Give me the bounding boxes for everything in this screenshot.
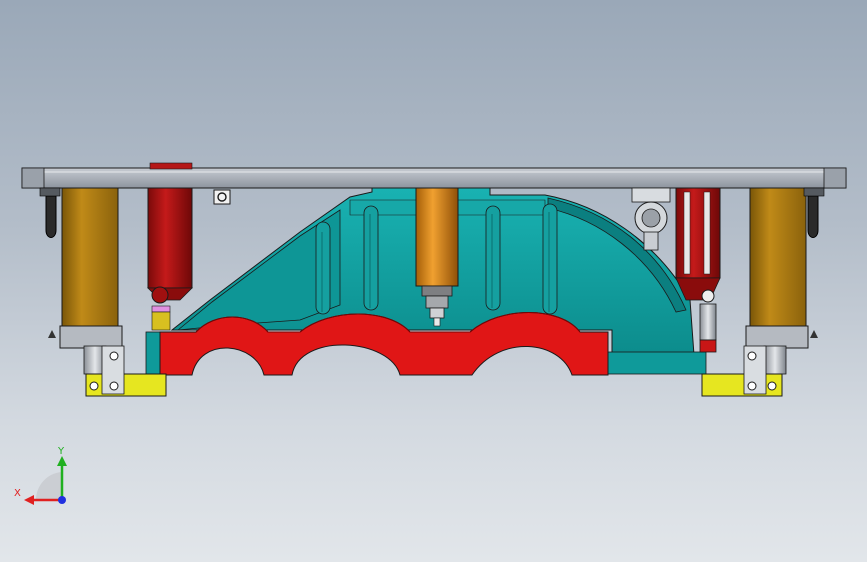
- right-hook-icon: [807, 195, 819, 238]
- left-red-cylinder[interactable]: [147, 162, 193, 331]
- y-axis-arrow: [57, 456, 67, 466]
- axis-triad: Y X: [14, 446, 67, 505]
- base-plate[interactable]: [21, 167, 847, 189]
- left-cylinder-body: [147, 187, 193, 289]
- left-column-base: [59, 325, 123, 349]
- x-axis-label: X: [14, 488, 21, 499]
- z-axis-dot: [58, 496, 66, 504]
- center-cylinder-body: [415, 187, 459, 287]
- cad-viewport[interactable]: Y X: [0, 0, 867, 562]
- plate-end-right: [823, 167, 847, 189]
- rib-3: [485, 205, 501, 311]
- right-column: [749, 187, 807, 329]
- plate-end-left: [21, 167, 45, 189]
- cradle-block[interactable]: [159, 312, 609, 376]
- nut-icon: [213, 189, 231, 205]
- casting-flange-right: [605, 351, 707, 375]
- right-red-cylinder: [675, 187, 721, 279]
- left-cylinder-cap: [149, 162, 193, 170]
- triad-plane: [35, 472, 62, 500]
- x-axis-arrow: [24, 495, 34, 505]
- rib-4: [542, 203, 558, 315]
- left-hook-icon: [45, 195, 57, 238]
- rib-2: [363, 205, 379, 311]
- rib-1: [315, 221, 331, 315]
- right-column-base: [745, 325, 809, 349]
- y-axis-label: Y: [57, 446, 65, 457]
- base-plate-face: [21, 167, 847, 189]
- left-column: [61, 187, 119, 329]
